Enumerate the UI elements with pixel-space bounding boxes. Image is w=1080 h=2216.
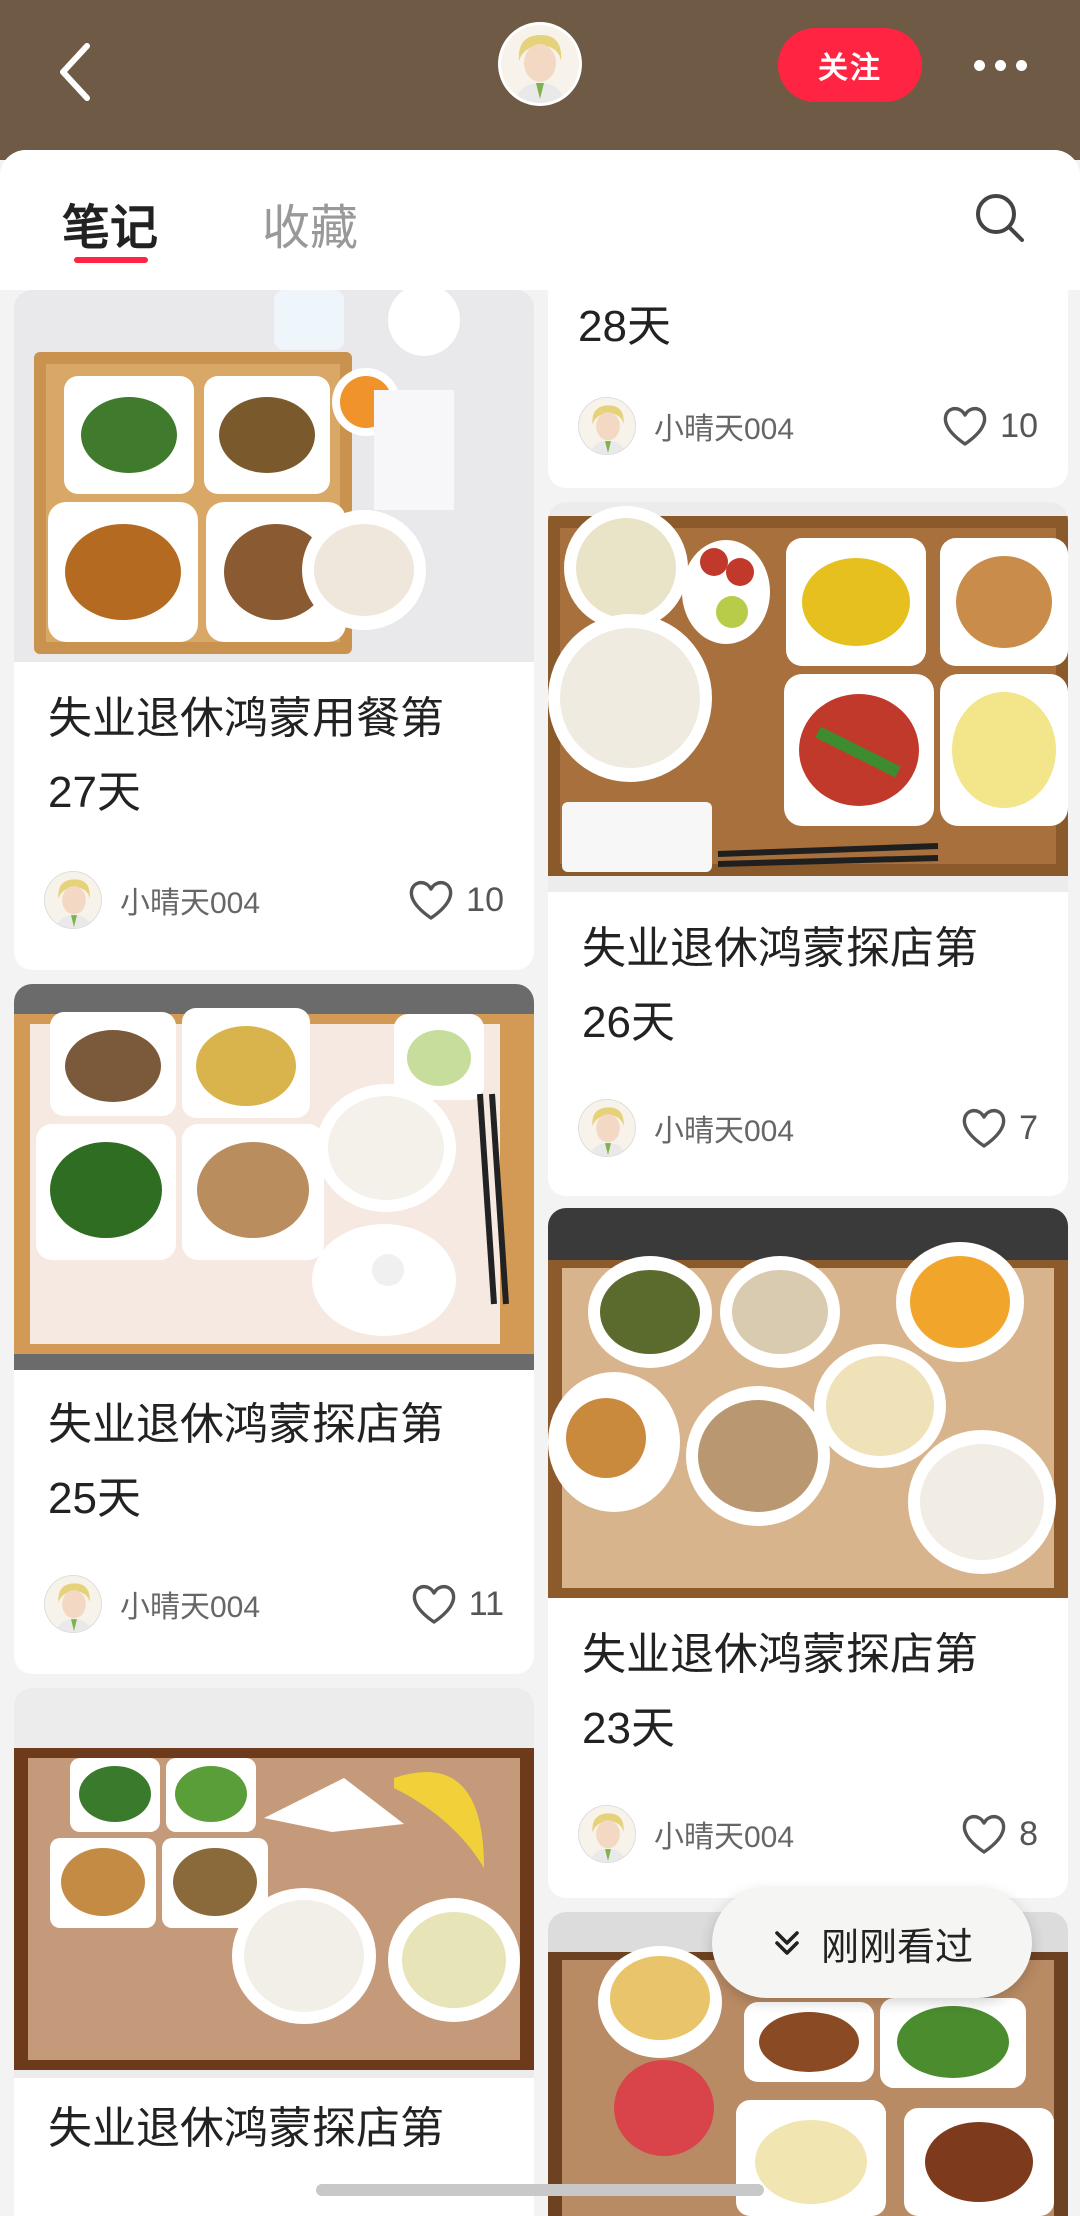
avatar	[578, 1099, 636, 1157]
note-author[interactable]: 小晴天004	[578, 396, 794, 456]
double-chevron-down-icon	[775, 1931, 799, 1955]
like-count: 11	[468, 1584, 504, 1623]
note-card[interactable]: 失业退休鸿蒙用餐第 27天 小晴天004 10	[14, 290, 534, 970]
dot-icon	[973, 59, 985, 71]
note-title: 23天	[582, 1704, 675, 1753]
active-tab-indicator	[74, 257, 148, 263]
like-count: 8	[1019, 1814, 1038, 1853]
search-button[interactable]	[970, 188, 1030, 248]
note-title: 28天	[578, 302, 671, 351]
heart-icon	[962, 1108, 1006, 1148]
home-indicator[interactable]	[316, 2184, 764, 2196]
search-icon	[976, 194, 1024, 242]
back-button[interactable]	[40, 32, 110, 112]
heart-icon	[962, 1814, 1006, 1854]
heart-icon	[943, 406, 987, 446]
author-name: 小晴天004	[654, 1821, 795, 1854]
like-button[interactable]: 8	[961, 1804, 1038, 1864]
note-author[interactable]: 小晴天004	[578, 1804, 794, 1864]
chevron-left-icon	[60, 43, 90, 101]
like-button[interactable]: 10	[942, 396, 1038, 456]
note-photo	[14, 984, 534, 1370]
tab-bar: 笔记 收藏	[0, 150, 1080, 290]
note-title: 失业退休鸿蒙用餐第	[48, 694, 444, 743]
author-name: 小晴天004	[120, 1591, 261, 1624]
note-photo	[548, 1208, 1068, 1598]
like-count: 7	[1019, 1108, 1038, 1147]
note-title: 失业退休鸿蒙探店第	[582, 1630, 978, 1679]
note-photo	[14, 290, 534, 662]
note-title: 27天	[48, 768, 141, 817]
note-title: 失业退休鸿蒙探店第	[48, 1400, 444, 1449]
heart-icon	[412, 1584, 455, 1624]
note-author[interactable]: 小晴天004	[44, 870, 260, 930]
note-card[interactable]: 失业退休鸿蒙探店第 23天 小晴天004 8	[548, 1208, 1068, 1898]
author-name: 小晴天004	[654, 1115, 795, 1148]
note-title: 失业退休鸿蒙探店第	[48, 2104, 444, 2153]
like-button[interactable]: 11	[411, 1574, 504, 1634]
tab-notes[interactable]: 笔记	[62, 188, 158, 258]
author-name: 小晴天004	[120, 887, 261, 920]
dot-icon	[994, 59, 1006, 71]
tab-favorites[interactable]: 收藏	[262, 188, 358, 258]
avatar	[578, 397, 636, 455]
recently-viewed-button[interactable]: 刚刚看过	[712, 1888, 1032, 1998]
like-button[interactable]: 10	[408, 870, 504, 930]
avatar	[44, 871, 102, 929]
more-options-button[interactable]	[960, 40, 1040, 90]
note-author[interactable]: 小晴天004	[44, 1574, 260, 1634]
note-photo	[14, 1688, 534, 2078]
avatar	[578, 1805, 636, 1863]
like-count: 10	[466, 880, 504, 919]
author-name: 小晴天004	[654, 413, 795, 446]
like-count: 10	[1000, 406, 1038, 445]
follow-button[interactable]: 关注	[778, 28, 922, 102]
dot-icon	[1015, 59, 1027, 71]
like-button[interactable]: 7	[961, 1098, 1038, 1158]
note-card[interactable]: 失业退休鸿蒙探店第 26天 小晴天004 7	[548, 502, 1068, 1196]
note-card[interactable]: 失业退休鸿蒙探店第	[14, 1688, 534, 2216]
avatar	[44, 1575, 102, 1633]
note-title: 25天	[48, 1474, 141, 1523]
recently-viewed-label: 刚刚看过	[820, 1926, 973, 1969]
note-title: 失业退休鸿蒙探店第	[582, 924, 978, 973]
note-card[interactable]: 失业退休鸿蒙探店第 25天 小晴天004 11	[14, 984, 534, 1674]
heart-icon	[409, 880, 453, 920]
note-card[interactable]: 28天 小晴天004 10	[548, 290, 1068, 488]
note-photo	[548, 502, 1068, 892]
top-bar: 关注	[0, 0, 1080, 160]
note-title: 26天	[582, 998, 675, 1047]
profile-avatar[interactable]	[498, 22, 582, 106]
note-author[interactable]: 小晴天004	[578, 1098, 794, 1158]
